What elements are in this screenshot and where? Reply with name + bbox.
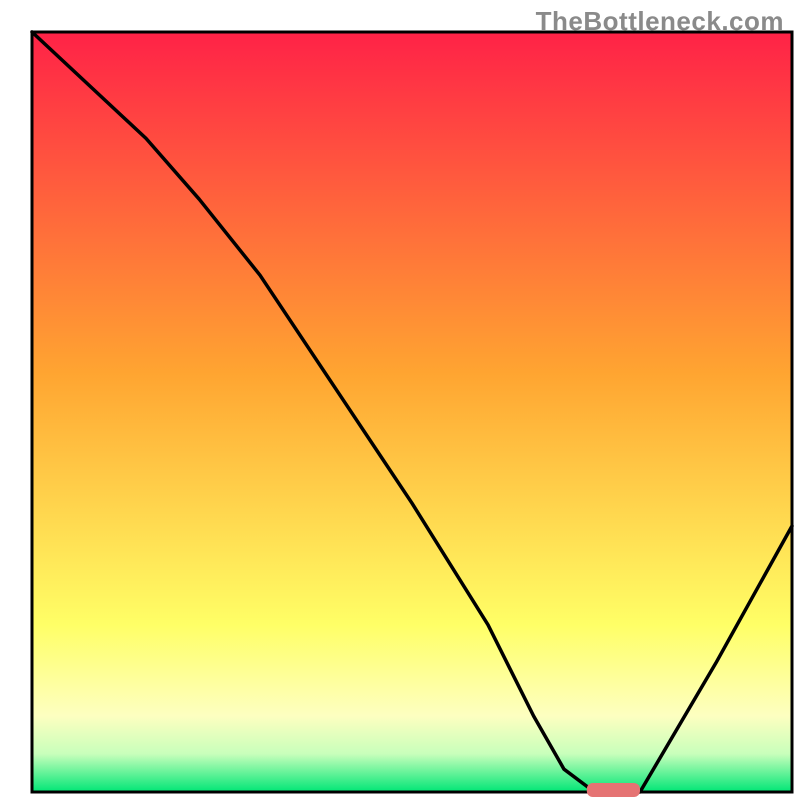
bottleneck-chart [0, 0, 800, 800]
plot-background [32, 32, 792, 792]
chart-container: TheBottleneck.com [0, 0, 800, 800]
optimum-marker [587, 783, 640, 797]
